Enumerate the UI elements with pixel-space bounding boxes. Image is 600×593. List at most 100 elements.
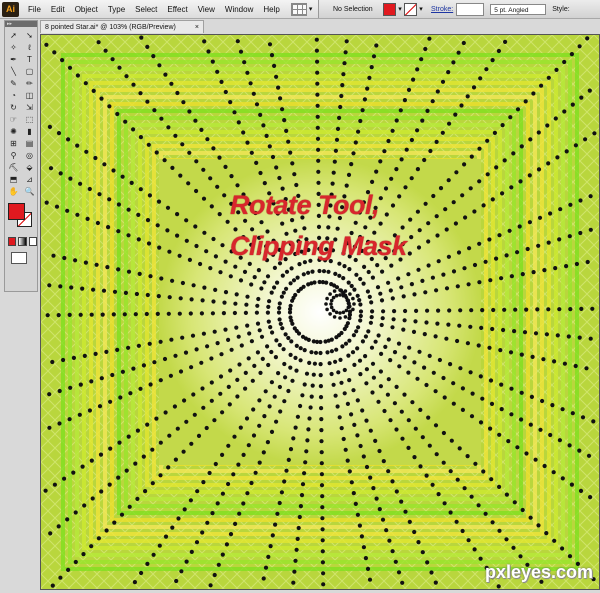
star-dot — [168, 373, 173, 378]
eraser-icon[interactable]: ◫ — [23, 90, 36, 101]
star-dot — [288, 303, 293, 308]
star-dot — [278, 409, 283, 414]
symbol-sprayer-icon[interactable]: ✺ — [7, 126, 20, 137]
star-dot — [67, 65, 73, 70]
color-mode-icon[interactable] — [8, 237, 17, 246]
star-dot — [403, 308, 408, 314]
star-dot — [265, 440, 270, 445]
rotate-icon[interactable]: ↻ — [7, 102, 20, 113]
star-dot — [99, 376, 104, 381]
star-dot — [165, 205, 171, 210]
eyedropper-icon[interactable]: ⚲ — [7, 150, 20, 161]
star-dot — [501, 327, 506, 333]
menu-edit[interactable]: Edit — [46, 5, 70, 14]
bridge-icon[interactable] — [290, 2, 307, 16]
star-dot — [451, 60, 456, 65]
star-dot — [447, 308, 452, 313]
star-dot — [477, 280, 482, 285]
artboard-canvas[interactable]: Rotate Tool, Clipping Mask pxleyes.com — [40, 34, 600, 590]
star-dot — [398, 108, 403, 113]
screen-mode-icon[interactable] — [11, 252, 27, 264]
center-dot — [325, 307, 329, 312]
blob-brush-icon[interactable]: ◔ — [7, 90, 20, 101]
star-dot — [387, 538, 392, 543]
star-dot — [462, 266, 467, 271]
star-dot — [58, 171, 63, 176]
star-dot — [511, 151, 516, 156]
star-dot — [261, 123, 266, 128]
star-dot — [402, 355, 407, 360]
star-dot — [295, 414, 300, 419]
zoom-icon[interactable]: 🔍 — [23, 186, 36, 197]
hand-icon[interactable]: ✋ — [7, 186, 20, 197]
free-transform-icon[interactable]: ⬚ — [23, 114, 36, 125]
line-icon[interactable]: ╲ — [7, 66, 20, 77]
gradient-icon[interactable]: ▤ — [23, 138, 36, 149]
stroke-swatch[interactable] — [404, 2, 417, 16]
menu-help[interactable]: Help — [258, 5, 284, 14]
magic-wand-icon[interactable]: ✧ — [7, 42, 20, 53]
chevron-down-icon[interactable]: ▾ — [309, 5, 313, 13]
lasso-icon[interactable]: ℓ — [23, 42, 36, 53]
menu-window[interactable]: Window — [220, 5, 258, 14]
star-dot — [339, 426, 344, 431]
stroke-weight-field[interactable] — [456, 2, 485, 16]
direct-selection-icon[interactable]: ➘ — [23, 30, 36, 41]
gradient-mode-icon[interactable] — [18, 237, 27, 246]
star-dot — [433, 334, 438, 339]
type-icon[interactable]: T — [23, 54, 36, 65]
menu-view[interactable]: View — [193, 5, 220, 14]
close-icon[interactable]: × — [195, 21, 199, 34]
star-dot — [467, 246, 472, 251]
document-tab[interactable]: 8 pointed Star.ai* @ 103% (RGB/Preview) … — [40, 20, 204, 33]
mesh-icon[interactable]: ⊞ — [7, 138, 20, 149]
star-dot — [210, 59, 215, 64]
star-dot — [371, 486, 376, 491]
scale-icon[interactable]: ⇲ — [23, 102, 36, 113]
star-dot — [202, 285, 207, 290]
star-dot — [57, 388, 62, 394]
star-dot — [209, 398, 214, 403]
stroke-label[interactable]: Stroke: — [431, 6, 453, 13]
menu-select[interactable]: Select — [130, 5, 162, 14]
star-dot — [223, 89, 228, 95]
live-paint-selection-icon[interactable]: ⬙ — [23, 162, 36, 173]
slice-icon[interactable]: ⊿ — [23, 174, 36, 185]
live-paint-icon[interactable]: ⛏ — [7, 162, 20, 173]
center-dot — [338, 316, 342, 320]
star-dot — [451, 269, 457, 274]
star-dot — [494, 165, 499, 170]
star-dot — [446, 322, 451, 327]
menu-file[interactable]: File — [23, 5, 46, 14]
pen-icon[interactable]: ✒ — [7, 54, 20, 65]
star-dot — [151, 552, 156, 557]
star-dot — [416, 540, 421, 545]
graph-icon[interactable]: ▮ — [23, 126, 36, 137]
menu-type[interactable]: Type — [103, 5, 130, 14]
warp-icon[interactable]: ☞ — [7, 114, 20, 125]
rectangle-icon[interactable]: ▢ — [23, 66, 36, 77]
star-dot — [129, 180, 134, 185]
star-dot — [265, 310, 270, 315]
star-dot — [319, 417, 324, 422]
menu-object[interactable]: Object — [70, 5, 103, 14]
star-dot — [292, 326, 297, 331]
star-dot — [138, 135, 143, 140]
selection-icon[interactable]: ➚ — [7, 30, 20, 41]
menu-effect[interactable]: Effect — [162, 5, 192, 14]
chevron-down-icon[interactable]: ▾ — [396, 4, 404, 15]
star-dot — [251, 433, 257, 438]
star-dot — [477, 241, 482, 246]
brush-definition-select[interactable]: 5 pt. Angled — [490, 3, 547, 15]
star-dot — [497, 432, 502, 437]
star-dot — [145, 218, 151, 223]
blend-icon[interactable]: ◎ — [23, 150, 36, 161]
pencil-icon[interactable]: ✏ — [23, 78, 36, 89]
none-mode-icon[interactable] — [28, 237, 37, 246]
fill-color-box[interactable] — [8, 203, 25, 220]
paintbrush-icon[interactable]: ✎ — [7, 78, 20, 89]
fill-swatch[interactable] — [383, 2, 396, 16]
chevron-down-icon[interactable]: ▾ — [417, 4, 425, 15]
star-dot — [548, 432, 553, 438]
artboard-icon[interactable]: ⬒ — [7, 174, 20, 185]
